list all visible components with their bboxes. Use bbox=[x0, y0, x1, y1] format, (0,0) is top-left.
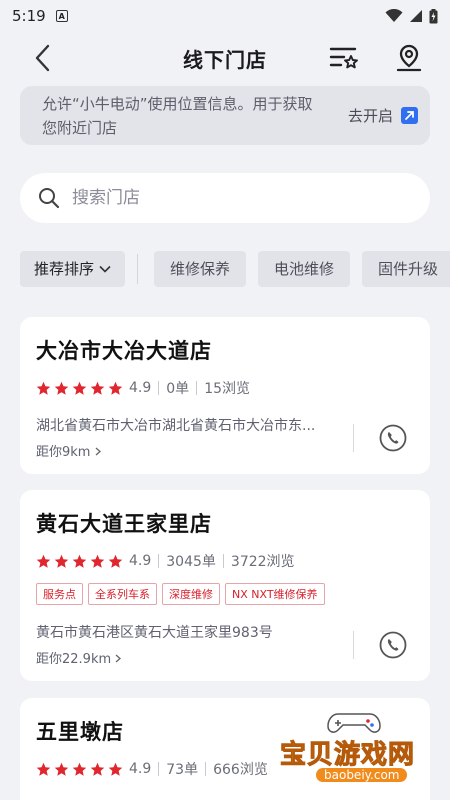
star-icon bbox=[90, 762, 105, 776]
store-card[interactable]: 大冶市大冶大道店 4.9 0单 15浏览 湖北省黄石市大冶市湖北省黄石市大冶市东… bbox=[20, 317, 430, 474]
star-rating bbox=[36, 762, 123, 777]
filter-chip-battery[interactable]: 电池维修 bbox=[258, 250, 351, 287]
store-orders: 73单 bbox=[166, 762, 199, 778]
phone-icon[interactable] bbox=[378, 423, 408, 453]
store-views: 15浏览 bbox=[204, 381, 251, 397]
store-name: 黄石大道王家里店 bbox=[36, 512, 212, 536]
star-icon bbox=[72, 762, 87, 776]
enable-location-label: 去开启 bbox=[347, 107, 393, 125]
page-title: 线下门店 bbox=[183, 48, 267, 72]
store-views: 3722浏览 bbox=[230, 554, 295, 570]
filter-bar: 推荐排序 维修保养 电池维修 固件升级 bbox=[20, 250, 450, 287]
location-pin-icon bbox=[396, 44, 422, 72]
star-icon bbox=[36, 554, 51, 568]
store-distance: 距你9km bbox=[36, 441, 341, 460]
meta-divider bbox=[158, 762, 160, 776]
address-divider bbox=[353, 423, 354, 452]
star-icon bbox=[90, 554, 105, 568]
external-link-icon bbox=[401, 107, 418, 124]
meta-divider bbox=[222, 554, 224, 568]
store-rating: 4.9 bbox=[129, 761, 152, 777]
star-icon bbox=[72, 381, 87, 395]
chevron-down-icon bbox=[99, 265, 111, 273]
watermark-text: 宝贝游戏网 bbox=[279, 740, 416, 771]
search-input[interactable] bbox=[72, 188, 372, 208]
store-address-block: 湖北省黄石市大冶市湖北省黄石市大冶市东... 距你9km bbox=[36, 415, 341, 460]
filter-divider bbox=[137, 253, 139, 284]
status-time: 5:19 bbox=[12, 7, 46, 25]
star-icon bbox=[108, 554, 123, 568]
store-address: 黄石市黄石港区黄石大道王家里983号 bbox=[36, 625, 273, 641]
star-icon bbox=[90, 381, 105, 395]
star-icon bbox=[54, 554, 69, 568]
list-star-icon bbox=[329, 47, 358, 69]
meta-divider bbox=[158, 554, 160, 568]
star-icon bbox=[72, 554, 87, 568]
star-icon bbox=[54, 762, 69, 776]
phone-icon[interactable] bbox=[378, 630, 408, 660]
store-address-block: 黄石市黄石港区黄石大道王家里983号 距你22.9km bbox=[36, 622, 341, 667]
store-views: 666浏览 bbox=[213, 762, 268, 778]
status-icons bbox=[385, 8, 438, 24]
star-icon bbox=[108, 381, 123, 395]
site-watermark: 宝贝游戏网 baobeiy.com bbox=[279, 706, 440, 790]
distance-label: 距你9km bbox=[36, 445, 91, 460]
store-name: 大冶市大冶大道店 bbox=[36, 339, 212, 363]
meta-divider bbox=[158, 381, 160, 395]
signal-icon bbox=[410, 10, 422, 22]
store-orders: 0单 bbox=[166, 381, 190, 397]
store-meta: 4.9 3045单 3722浏览 bbox=[36, 551, 414, 571]
store-rating: 4.9 bbox=[129, 380, 152, 396]
filter-chip-firmware[interactable]: 固件升级 bbox=[362, 250, 450, 287]
address-divider bbox=[353, 630, 354, 659]
search-icon bbox=[39, 188, 60, 209]
meta-divider bbox=[196, 381, 198, 395]
chevron-right-icon bbox=[95, 447, 101, 456]
sort-dropdown[interactable]: 推荐排序 bbox=[20, 250, 126, 287]
store-address-row: 黄石市黄石港区黄石大道王家里983号 距你22.9km bbox=[36, 622, 414, 667]
filter-chip-maintenance[interactable]: 维修保养 bbox=[154, 250, 247, 287]
store-rating: 4.9 bbox=[129, 553, 152, 569]
location-permission-banner: 允许“小牛电动”使用位置信息。用于获取您附近门店 去开启 bbox=[20, 86, 430, 145]
filter-star-button[interactable] bbox=[328, 42, 360, 74]
watermark-url: baobeiy.com bbox=[316, 768, 408, 782]
star-rating bbox=[36, 554, 123, 569]
store-address-row: 湖北省黄石市大冶市湖北省黄石市大冶市东... 距你9km bbox=[36, 415, 414, 460]
star-rating bbox=[36, 381, 123, 396]
star-icon bbox=[36, 762, 51, 776]
store-distance: 距你22.9km bbox=[36, 648, 341, 667]
store-address: 湖北省黄石市大冶市湖北省黄石市大冶市东... bbox=[36, 418, 316, 434]
store-meta: 4.9 0单 15浏览 bbox=[36, 378, 414, 398]
star-icon bbox=[54, 381, 69, 395]
chevron-right-icon bbox=[115, 654, 122, 663]
store-tag: 深度维修 bbox=[162, 583, 220, 605]
star-icon bbox=[36, 381, 51, 395]
wifi-icon bbox=[385, 9, 403, 22]
store-tag: 服务点 bbox=[36, 583, 83, 605]
store-tag: 全系列车系 bbox=[88, 583, 157, 605]
store-orders: 3045单 bbox=[166, 554, 216, 570]
map-location-button[interactable] bbox=[393, 42, 425, 74]
store-tag: NX NXT维修保养 bbox=[225, 583, 325, 605]
navigation-bar: 线下门店 bbox=[0, 36, 450, 82]
permission-text: 允许“小牛电动”使用位置信息。用于获取您附近门店 bbox=[42, 94, 313, 137]
accessibility-a-icon: A bbox=[55, 10, 68, 22]
enable-location-button[interactable]: 去开启 bbox=[348, 105, 418, 126]
meta-divider bbox=[205, 762, 207, 776]
store-card[interactable]: 黄石大道王家里店 4.9 3045单 3722浏览 服务点 全系列车系 深度维修… bbox=[20, 490, 430, 681]
search-bar[interactable] bbox=[20, 173, 430, 223]
star-icon bbox=[108, 762, 123, 776]
store-tags: 服务点 全系列车系 深度维修 NX NXT维修保养 bbox=[36, 583, 414, 605]
status-bar: 5:19 A bbox=[0, 0, 450, 32]
sort-label: 推荐排序 bbox=[34, 260, 95, 278]
gamepad-icon bbox=[327, 713, 381, 733]
distance-label: 距你22.9km bbox=[36, 652, 112, 667]
battery-icon bbox=[429, 8, 438, 23]
